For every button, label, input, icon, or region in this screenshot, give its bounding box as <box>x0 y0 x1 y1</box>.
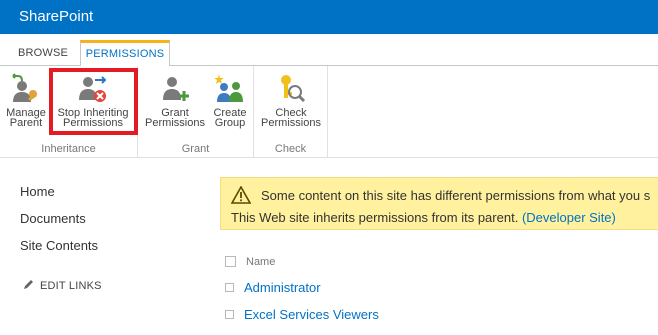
manage-parent-icon <box>12 73 37 102</box>
create-group-button[interactable]: Create Group <box>210 72 250 129</box>
notice-text: Some content on this site has different … <box>261 188 651 203</box>
group-grant: Grant Permissions Create Group Grant <box>138 66 254 158</box>
table-row[interactable]: Administrator <box>244 280 321 295</box>
suite-bar: SharePoint <box>0 0 658 34</box>
check-permissions-icon <box>281 75 306 103</box>
tab-browse[interactable]: BROWSE <box>12 40 74 66</box>
nav-item-site-contents[interactable]: Site Contents <box>20 238 98 253</box>
create-group-icon <box>214 74 243 102</box>
nav-item-documents[interactable]: Documents <box>20 211 86 226</box>
group-label-inheritance: Inheritance <box>41 143 96 155</box>
group-label-grant: Grant <box>181 143 210 155</box>
row-checkbox[interactable] <box>225 310 234 319</box>
warning-icon <box>231 186 251 204</box>
tab-permissions[interactable]: PERMISSIONS <box>80 40 170 67</box>
table-row[interactable]: Excel Services Viewers <box>244 307 379 322</box>
pencil-icon <box>24 280 33 289</box>
row-checkbox[interactable] <box>225 283 234 292</box>
group-label-check: Check <box>274 143 307 155</box>
check-permissions-button[interactable]: Check Permissions <box>260 72 322 129</box>
permissions-notice: Some content on this site has different … <box>220 177 658 230</box>
ribbon-tabs: BROWSE PERMISSIONS <box>0 34 658 67</box>
column-header-name[interactable]: Name <box>246 256 275 268</box>
nav-item-home[interactable]: Home <box>20 184 55 199</box>
grant-permissions-icon <box>163 77 189 101</box>
edit-links-label: EDIT LINKS <box>40 280 102 292</box>
select-all-checkbox[interactable] <box>225 256 236 267</box>
group-check: Check Permissions Check <box>254 66 328 158</box>
notice-inherit-text: This Web site inherits permissions from … <box>231 210 616 225</box>
highlight-box <box>49 68 138 135</box>
brand-title[interactable]: SharePoint <box>19 8 93 25</box>
parent-site-link[interactable]: (Developer Site) <box>522 210 616 225</box>
edit-links-button[interactable]: EDIT LINKS <box>22 279 102 292</box>
grant-permissions-button[interactable]: Grant Permissions <box>144 72 206 129</box>
manage-parent-button[interactable]: Manage Parent <box>4 72 48 129</box>
